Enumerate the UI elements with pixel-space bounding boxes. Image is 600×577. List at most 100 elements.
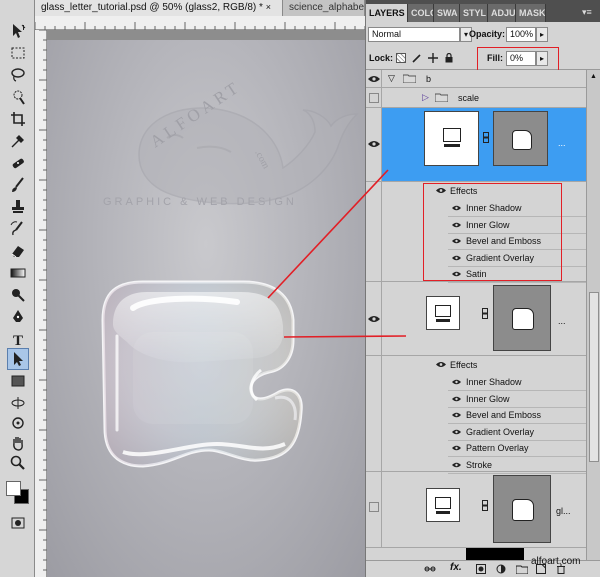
foreground-color-swatch[interactable] (6, 481, 21, 496)
mask-shape (512, 499, 534, 521)
3d-rotate-tool-icon[interactable] (7, 392, 29, 414)
more-indicator: ... (558, 316, 566, 326)
ruler-horizontal (35, 16, 365, 30)
collapse-arrow-icon[interactable]: ▽ (388, 73, 395, 84)
lock-all-icon[interactable] (444, 52, 454, 63)
layer-gl[interactable]: gl... (366, 472, 586, 548)
link-icon[interactable] (483, 132, 489, 145)
dodge-tool-icon[interactable] (7, 284, 29, 306)
healing-brush-tool-icon[interactable] (7, 152, 29, 174)
layer-group-scale[interactable]: ▷ scale (366, 88, 586, 108)
eye-icon[interactable] (368, 75, 380, 83)
footer-credit: alfoart.com (531, 556, 581, 567)
eye-icon[interactable] (452, 445, 461, 451)
layer-thumbnail[interactable] (424, 111, 479, 166)
eye-icon[interactable] (368, 315, 380, 323)
tools-panel: T (0, 0, 35, 577)
scroll-up-icon[interactable]: ▲ (590, 73, 597, 80)
eye-icon[interactable] (368, 140, 380, 148)
glass-letter-b[interactable] (101, 280, 303, 468)
close-icon[interactable]: × (266, 2, 271, 12)
effect-item[interactable]: Inner Shadow (466, 377, 522, 387)
foreground-background-colors[interactable] (5, 480, 31, 506)
vector-mask-thumbnail[interactable] (493, 285, 551, 351)
visibility-toggle[interactable] (369, 93, 379, 103)
tab-color[interactable]: COLO (408, 4, 434, 22)
effect-item[interactable]: Bevel and Emboss (466, 410, 541, 420)
eye-icon[interactable] (452, 396, 461, 402)
gradient-tool-icon[interactable] (7, 262, 29, 284)
visibility-column (366, 70, 382, 87)
lasso-tool-icon[interactable] (7, 64, 29, 86)
layer-black-fill-thumbnail[interactable] (466, 548, 524, 560)
tab-glass-letter-tutorial[interactable]: glass_letter_tutorial.psd @ 50% (glass2,… (35, 0, 283, 16)
eye-icon[interactable] (452, 462, 461, 468)
tab-adjustments[interactable]: ADJU (488, 4, 516, 22)
move-tool-icon[interactable] (7, 20, 29, 42)
scroll-thumb[interactable] (589, 292, 599, 462)
clone-stamp-tool-icon[interactable] (7, 196, 29, 218)
quick-mask-icon[interactable] (7, 512, 29, 534)
tab-styles[interactable]: STYL (460, 4, 488, 22)
effect-item[interactable]: Pattern Overlay (466, 443, 529, 453)
eye-icon[interactable] (452, 412, 461, 418)
link-icon[interactable] (482, 308, 488, 321)
marquee-tool-icon[interactable] (7, 42, 29, 64)
adjustment-layer-icon[interactable] (496, 564, 506, 574)
history-brush-tool-icon[interactable] (7, 218, 29, 240)
tab-science-alphabet[interactable]: science_alphabet (283, 0, 365, 16)
effect-item[interactable]: Gradient Overlay (466, 427, 534, 437)
effect-divider (448, 423, 586, 424)
visibility-column (366, 356, 382, 471)
effect-divider (448, 406, 586, 408)
lock-transparency-icon[interactable] (396, 53, 406, 63)
more-indicator: ... (558, 138, 566, 148)
link-icon[interactable] (482, 500, 488, 513)
layer-thumbnail[interactable] (426, 296, 460, 330)
blend-mode-select[interactable]: Normal (368, 27, 460, 42)
effect-item[interactable]: Inner Glow (466, 394, 510, 404)
document-canvas[interactable]: ALFOART .com GRAPHIC & WEB DESIGN (47, 30, 365, 577)
eraser-tool-icon[interactable] (7, 240, 29, 262)
new-group-icon[interactable] (515, 564, 529, 575)
path-selection-tool-icon[interactable] (7, 348, 29, 370)
3d-orbit-tool-icon[interactable] (7, 412, 29, 434)
rectangle-tool-icon[interactable] (7, 370, 29, 392)
eyedropper-tool-icon[interactable] (7, 130, 29, 152)
watermark-tagline: GRAPHIC & WEB DESIGN (103, 196, 297, 208)
eye-icon[interactable] (452, 379, 461, 385)
brush-tool-icon[interactable] (7, 174, 29, 196)
tab-layers[interactable]: LAYERS (366, 4, 408, 22)
layer-glass2-selected[interactable]: ... (366, 108, 586, 182)
link-layers-icon[interactable] (424, 564, 436, 574)
ruler-vertical (35, 30, 47, 577)
photoshop-window: { "tabs": { "active": "glass_letter_tuto… (0, 0, 600, 577)
panel-menu-icon[interactable]: ▾≡ (582, 7, 592, 18)
layer-group-b[interactable]: ▽ b (366, 70, 586, 88)
fx-icon[interactable]: fx. (450, 562, 462, 573)
zoom-tool-icon[interactable] (7, 452, 29, 474)
lock-position-icon[interactable] (428, 53, 438, 63)
crop-tool-icon[interactable] (7, 108, 29, 130)
layer-thumbnail[interactable] (426, 488, 460, 522)
expand-arrow-icon[interactable]: ▷ (422, 92, 429, 103)
tab-swatches[interactable]: SWA (434, 4, 460, 22)
add-mask-icon[interactable] (476, 564, 486, 574)
vector-mask-thumbnail[interactable] (493, 111, 548, 166)
visibility-toggle[interactable] (369, 502, 379, 512)
type-tool-icon[interactable]: T (7, 328, 29, 350)
layer-glass-secondary[interactable]: ... (366, 282, 586, 356)
eye-icon[interactable] (452, 429, 461, 435)
hand-tool-icon[interactable] (7, 432, 29, 454)
tab-masks[interactable]: MASK (516, 4, 546, 22)
layers-scrollbar[interactable]: ▲ (586, 70, 600, 560)
eye-icon[interactable] (436, 361, 446, 368)
lock-pixels-icon[interactable] (412, 53, 422, 63)
quick-selection-tool-icon[interactable] (7, 86, 29, 108)
pen-tool-icon[interactable] (7, 306, 29, 328)
opacity-input[interactable]: 100% (506, 27, 536, 42)
vector-mask-thumbnail[interactable] (493, 475, 551, 543)
effect-item[interactable]: Stroke (466, 460, 492, 470)
opacity-arrow-icon[interactable]: ▸ (536, 27, 548, 42)
visibility-column (366, 108, 382, 181)
